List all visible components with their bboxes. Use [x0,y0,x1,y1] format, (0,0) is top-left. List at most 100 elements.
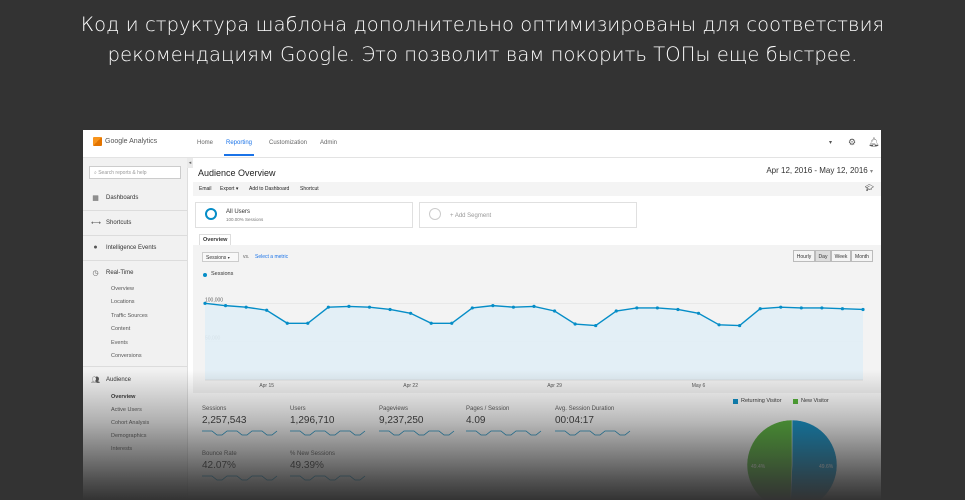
metric-sparkline [290,430,366,436]
top-bar: Google Analytics Home Reporting Customiz… [83,130,881,158]
graduation-cap-icon[interactable]: 🎓︎ [865,184,874,192]
sidebar-sub-audience-overview[interactable]: Overview [111,394,135,400]
headline-line-2: рекомендациям Google. Это позволит вам п… [107,43,858,66]
chevron-down-icon: ▾ [869,169,873,175]
sessions-point [573,322,577,326]
clock-icon: ◷ [92,270,99,277]
sessions-point [738,323,742,328]
sessions-point [861,307,865,312]
sessions-point [223,304,228,308]
granularity-day[interactable]: Day [815,250,831,262]
sidebar-sub-interests[interactable]: Interests [111,446,132,452]
date-range-picker[interactable]: Apr 12, 2016 - May 12, 2016 ▾ [766,166,873,175]
search-placeholder: Search reports & help [98,170,147,176]
divider [83,235,187,236]
export-label: Export [220,186,235,192]
ga-logo[interactable]: Google Analytics [93,137,157,146]
sidebar-sub-demographics[interactable]: Demographics [111,433,146,439]
metric-label: Avg. Session Duration [555,406,615,412]
sessions-point [779,305,783,309]
metric-select[interactable]: Sessions ▾ [202,252,239,262]
analytics-screenshot: Google Analytics Home Reporting Customiz… [83,130,881,500]
pie-slice-returning [790,419,838,500]
gear-icon[interactable]: ⚙ [848,137,856,148]
sidebar-sub-overview[interactable]: Overview [111,286,134,292]
pie-slice-new [746,419,793,500]
sidebar-item-shortcuts[interactable]: ⟷ Shortcuts [91,219,131,227]
sidebar-item-label: Dashboards [106,195,139,201]
legend-returning-visitor: Returning Visitor [733,398,782,404]
sidebar-sub-content[interactable]: Content [111,326,130,332]
pie-slice-label: 49.4% [751,464,766,470]
legend-new-visitor: New Visitor [793,398,829,404]
date-range-text: Apr 12, 2016 - May 12, 2016 [766,166,868,175]
metric-sparkline [290,475,366,481]
sessions-line-chart: 100,00050,000Apr 15Apr 22Apr 29May 6 [203,297,865,389]
metric-sparkline [466,430,542,436]
sessions-legend-label: Sessions [211,271,234,277]
sessions-point [655,306,659,310]
metric-value: 42.07% [202,460,236,471]
sidebar-sub-active-users[interactable]: Active Users [111,407,142,413]
sidebar-item-realtime[interactable]: ◷ Real-Time [91,269,133,277]
grid-icon: ▦ [92,195,99,202]
sidebar-sub-locations[interactable]: Locations [111,299,135,305]
sidebar-sub-conversions[interactable]: Conversions [111,353,142,359]
sessions-point [265,308,269,312]
ga-logo-text: Google Analytics [105,138,158,145]
shortcut-button[interactable]: Shortcut [300,186,319,192]
sidebar-item-label: Real-Time [106,270,134,276]
tab-admin[interactable]: Admin [320,140,337,146]
new-swatch [793,398,798,404]
search-input[interactable]: ⌕ Search reports & help [89,166,181,179]
sidebar-item-audience[interactable]: 👥︎ Audience [91,376,131,384]
account-dropdown-icon[interactable]: ▾ [829,139,832,146]
metric-sparkline [379,430,455,436]
tab-customization[interactable]: Customization [269,140,307,146]
sessions-point [491,304,495,308]
bulb-icon: ● [93,244,98,251]
sessions-point [840,307,845,311]
sidebar-item-intelligence-events[interactable]: ● Intelligence Events [91,244,156,251]
sessions-point [203,301,207,305]
metric-value: 2,257,543 [202,415,247,426]
export-button[interactable]: Export ▾ [220,186,238,192]
sidebar-item-label: Intelligence Events [106,244,157,251]
sessions-point [244,305,248,309]
x-tick-label: Apr 15 [259,383,274,389]
sessions-point [696,311,701,315]
metric-label: Bounce Rate [202,451,237,457]
add-to-dashboard-button[interactable]: Add to Dashboard [249,186,289,192]
sessions-point [429,321,433,325]
ga-logo-icon [93,137,102,146]
tab-overview[interactable]: Overview [199,234,232,245]
granularity-hourly[interactable]: Hourly [793,250,815,262]
sessions-point [614,309,618,313]
metric-label: Users [290,406,306,412]
y-tick-label: 100,000 [205,297,223,303]
sidebar-sub-traffic-sources[interactable]: Traffic Sources [111,313,148,319]
sidebar-item-dashboards[interactable]: ▦ Dashboards [91,194,138,202]
tab-reporting[interactable]: Reporting [223,140,255,156]
metric-value: 4.09 [466,415,486,426]
granularity-week[interactable]: Week [831,250,851,262]
visitor-pie-chart: 49.6% 49.4% [746,419,838,500]
sidebar-sub-cohort-analysis[interactable]: Cohort Analysis [111,420,149,426]
segment-all-users[interactable]: All Users 100.00% Sessions [195,202,413,228]
page-title: Audience Overview [198,168,276,178]
bell-icon[interactable]: 🔔︎ [868,137,879,148]
metric-value: 1,296,710 [290,415,335,426]
add-segment-button[interactable]: + Add Segment [419,202,637,228]
pie-slice-label: 49.6% [819,464,834,470]
segment-ring-empty-icon [429,208,441,220]
email-button[interactable]: Email [199,186,212,192]
report-toolbar: Email Export ▾ Add to Dashboard Shortcut… [193,182,881,196]
metric-value: 9,237,250 [379,415,424,426]
promo-headline: Код и структура шаблона дополнительно оп… [0,10,965,70]
select-a-metric-link[interactable]: Select a metric [255,254,288,260]
tab-home[interactable]: Home [197,140,213,146]
sidebar-sub-events[interactable]: Events [111,340,128,346]
divider [83,260,187,261]
granularity-month[interactable]: Month [851,250,873,262]
sessions-point [306,321,310,325]
